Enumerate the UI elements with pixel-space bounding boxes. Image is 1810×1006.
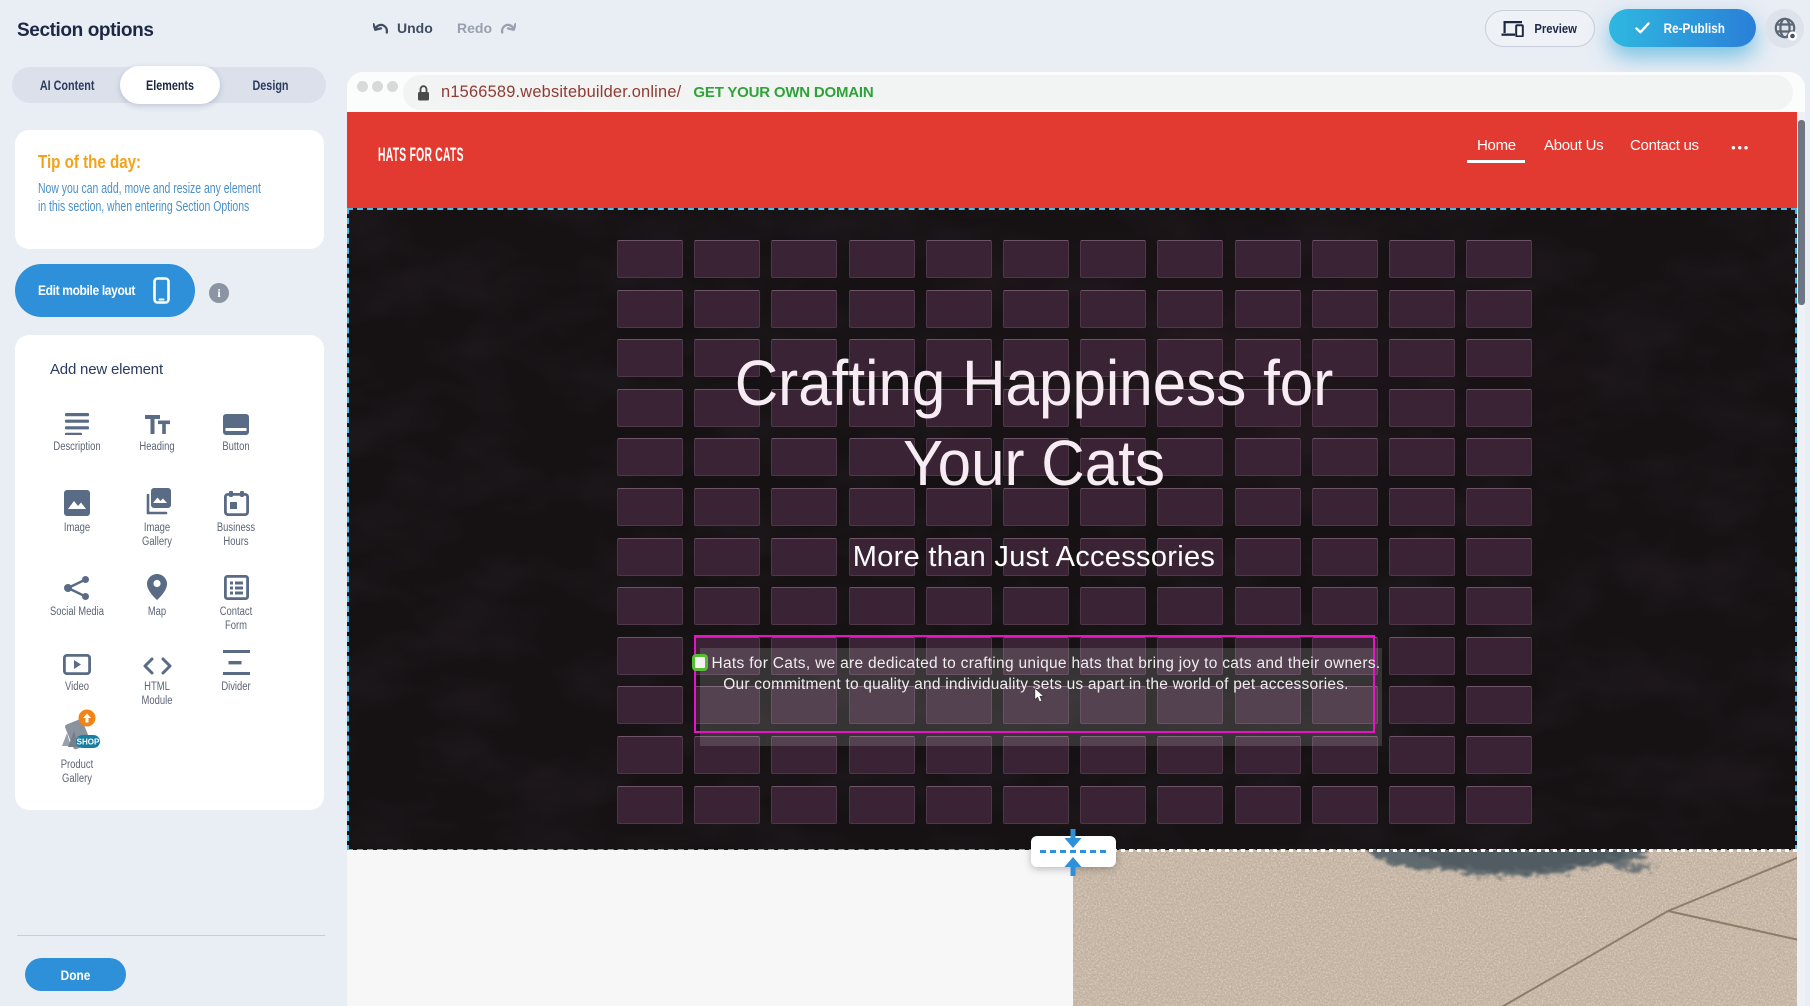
svg-text:SHOP: SHOP: [77, 738, 100, 747]
